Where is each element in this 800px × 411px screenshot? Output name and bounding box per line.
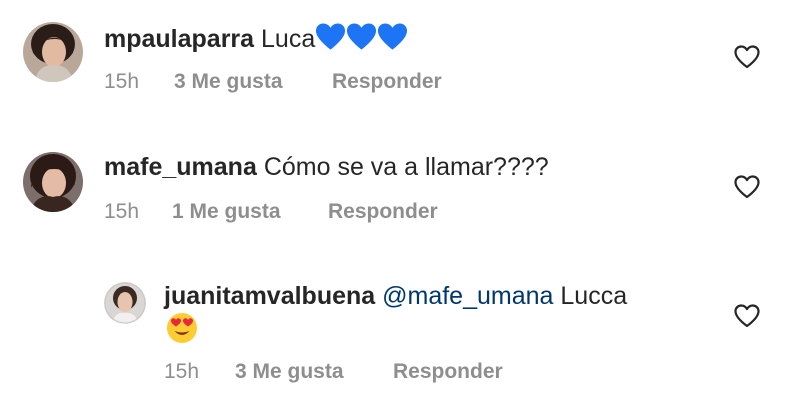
comment-text: mafe_umana Cómo se va a llamar???? [104, 152, 549, 182]
avatar[interactable] [23, 22, 83, 82]
like-heart-icon[interactable] [734, 304, 760, 328]
comment-time: 15h [104, 200, 140, 223]
comment-text: mpaulaparra Luca [104, 22, 408, 54]
blue-heart-icon [347, 23, 377, 50]
comment-meta: 15h 3 Me gusta Responder [104, 69, 442, 95]
likes-count-button[interactable]: 3 Me gusta [235, 359, 393, 385]
reply-username[interactable]: juanitamvalbuena [164, 282, 375, 310]
mention-link[interactable]: @mafe_umana [382, 282, 553, 310]
comment-time: 15h [104, 70, 140, 93]
reply-text: juanitamvalbuena @mafe_umana Lucca [164, 281, 627, 311]
like-heart-icon[interactable] [734, 175, 760, 199]
reply-body: Lucca [560, 282, 628, 310]
likes-count-button[interactable]: 1 Me gusta [172, 199, 328, 225]
reply-button[interactable]: Responder [328, 199, 438, 225]
blue-heart-icon [316, 23, 346, 50]
blue-heart-icon [378, 23, 408, 50]
reply-meta: 15h 3 Me gusta Responder [164, 359, 503, 385]
comment-body: Cómo se va a llamar???? [263, 153, 549, 181]
heart-eyes-face-icon [167, 313, 197, 343]
comment-body: Luca [261, 25, 316, 53]
comment-username[interactable]: mafe_umana [104, 153, 257, 181]
likes-count-button[interactable]: 3 Me gusta [174, 69, 332, 95]
avatar[interactable] [104, 282, 146, 324]
reply-button[interactable]: Responder [332, 69, 442, 95]
comment-meta: 15h 1 Me gusta Responder [104, 199, 438, 225]
avatar[interactable] [23, 152, 83, 212]
reply-button[interactable]: Responder [393, 359, 503, 385]
comment-username[interactable]: mpaulaparra [104, 25, 254, 53]
comments-thread: mpaulaparra Luca 15h 3 Me gusta Responder … [0, 0, 800, 411]
reply-time: 15h [164, 360, 200, 383]
like-heart-icon[interactable] [734, 45, 760, 69]
